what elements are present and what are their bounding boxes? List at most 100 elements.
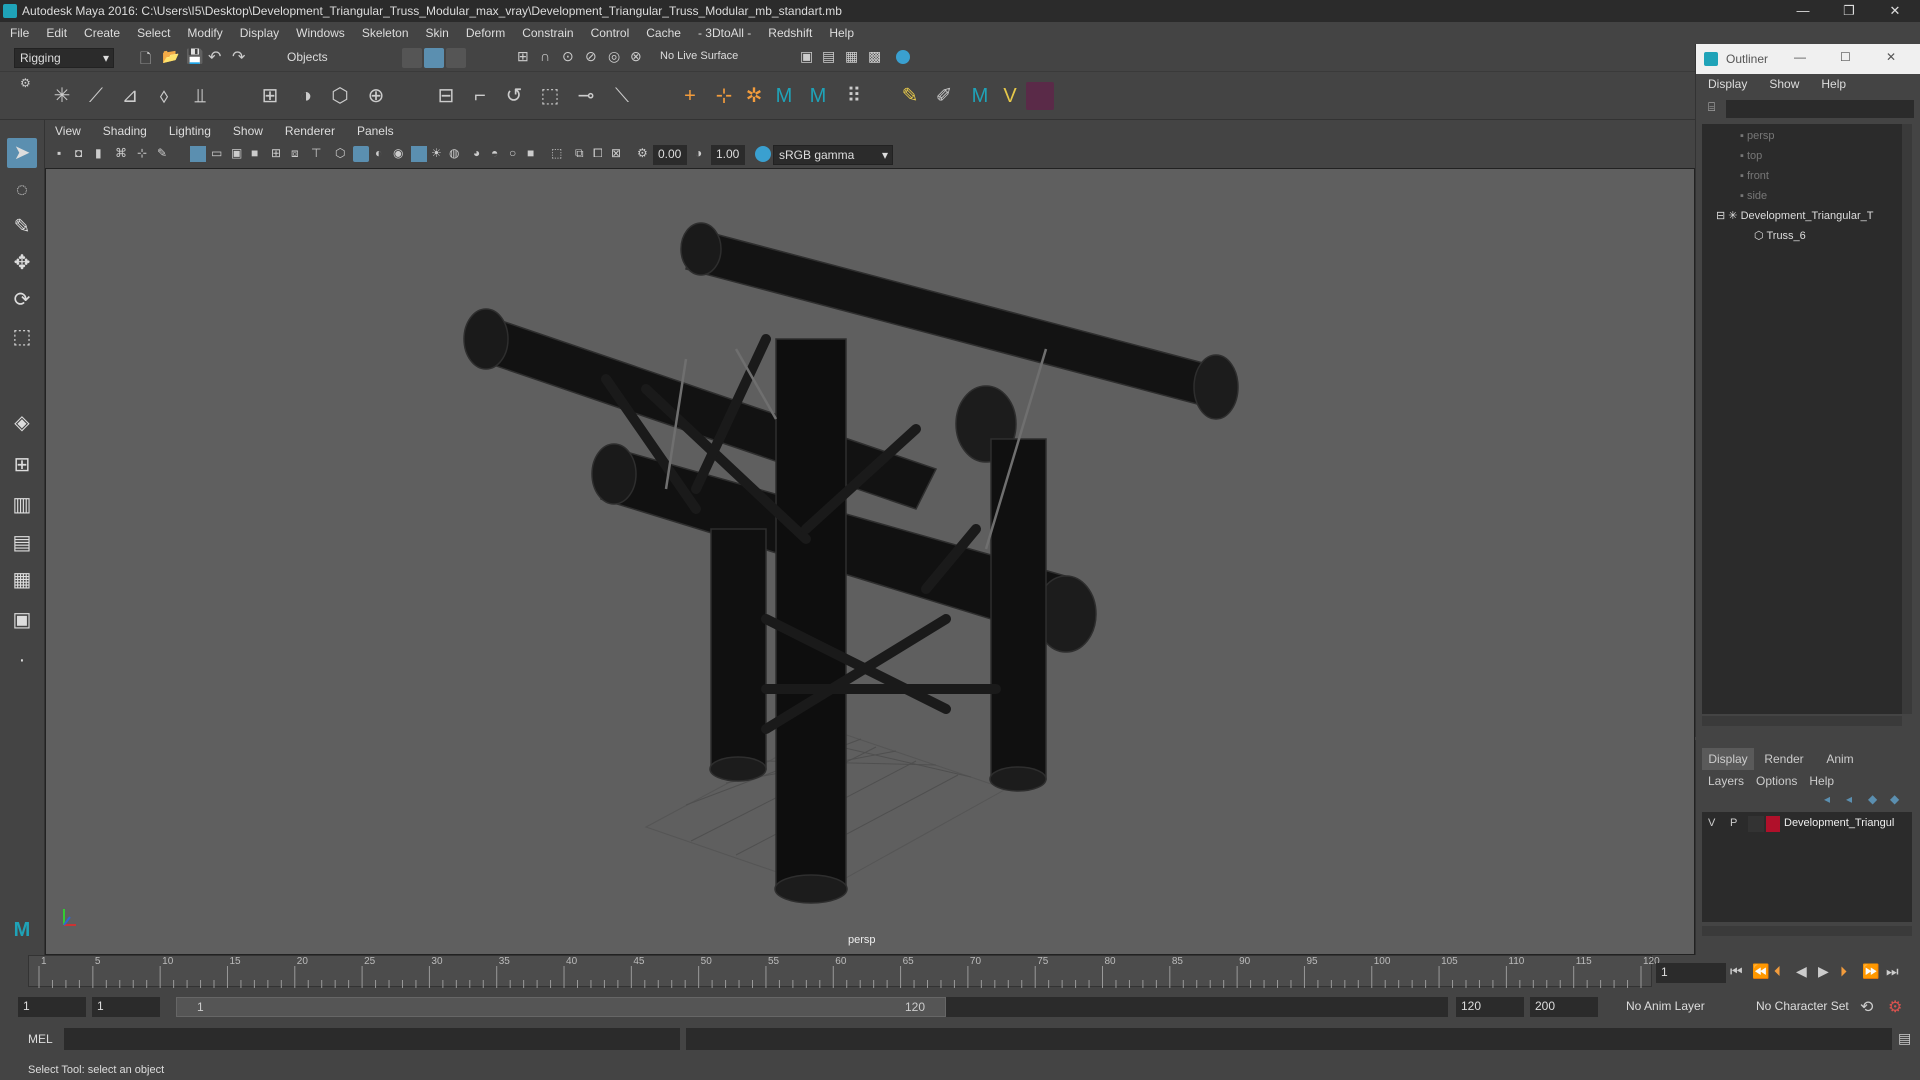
- range-bar[interactable]: 1 120: [176, 997, 1448, 1017]
- safe-action-icon[interactable]: ⧈: [291, 146, 299, 161]
- move-layer-up-icon[interactable]: ◂: [1824, 792, 1830, 806]
- shadows-icon[interactable]: ◍: [449, 146, 459, 160]
- new-scene-icon[interactable]: 🗋: [140, 48, 151, 72]
- gamma-icon[interactable]: ◑: [695, 146, 702, 160]
- menuset-dropdown[interactable]: Rigging ▾: [14, 48, 114, 68]
- cluster-handle-icon[interactable]: ⊹: [710, 82, 738, 110]
- anti-alias-icon[interactable]: ○: [509, 146, 516, 160]
- ambient-occlusion-icon[interactable]: ◕: [473, 146, 480, 160]
- camera-select-icon[interactable]: ▪: [57, 146, 61, 160]
- textures-icon[interactable]: [411, 146, 427, 162]
- snap-point-icon[interactable]: ⊙: [562, 48, 574, 65]
- effector-icon[interactable]: ✲: [740, 82, 768, 110]
- minimize-button[interactable]: —: [1780, 0, 1826, 22]
- layer-playback-toggle[interactable]: P: [1730, 817, 1737, 829]
- menu-redshift[interactable]: Redshift: [768, 26, 812, 40]
- layers-menu-layers[interactable]: Layers: [1708, 774, 1744, 788]
- outliner-item-development[interactable]: ⊟ ✳ Development_Triangular_T: [1716, 206, 1902, 226]
- live-surface-label[interactable]: No Live Surface: [660, 50, 738, 62]
- outliner-item-front[interactable]: ▪ front: [1740, 166, 1769, 186]
- motion-blur-icon[interactable]: ◓: [491, 146, 498, 160]
- locator-icon[interactable]: +: [676, 82, 704, 110]
- outliner-menu-show[interactable]: Show: [1769, 77, 1799, 91]
- paint-tool-icon[interactable]: ✐: [930, 82, 958, 110]
- vp-menu-view[interactable]: View: [55, 124, 81, 138]
- paint-select-tool-icon[interactable]: ✎: [7, 212, 37, 242]
- 3d-viewport[interactable]: persp: [45, 168, 1695, 955]
- play-backward-icon[interactable]: ◀: [1796, 963, 1807, 980]
- rotate-tool-icon[interactable]: ⟳: [7, 285, 37, 315]
- wrap-deformer-icon[interactable]: ◑: [292, 82, 320, 110]
- outliner-menu-help[interactable]: Help: [1821, 77, 1846, 91]
- two-d-pan-icon[interactable]: ⊹: [137, 146, 147, 160]
- hypershade-layout-icon[interactable]: ▣: [7, 605, 37, 635]
- menu-help[interactable]: Help: [829, 26, 854, 40]
- vp-menu-shading[interactable]: Shading: [103, 124, 147, 138]
- layer-row[interactable]: V P Development_Triangul: [1702, 814, 1912, 834]
- current-frame-field[interactable]: 1: [1656, 963, 1726, 983]
- camera-attributes-icon[interactable]: ◘: [75, 146, 82, 160]
- lattice-icon[interactable]: ⊞: [256, 82, 284, 110]
- range-handle[interactable]: 1 120: [176, 997, 946, 1017]
- film-gate-icon[interactable]: ▭: [211, 146, 222, 160]
- restore-button[interactable]: ❐: [1826, 0, 1872, 22]
- color-space-dropdown[interactable]: sRGB gamma ▾: [773, 145, 893, 165]
- shelf-tab-handle-icon[interactable]: ⚙: [20, 76, 31, 90]
- joint-tool-icon[interactable]: ✳: [48, 82, 76, 110]
- grease-pencil-icon[interactable]: ✎: [157, 146, 167, 160]
- character-set-dropdown[interactable]: No Character Set: [1756, 999, 1849, 1013]
- menu-3dtoall[interactable]: - 3DtoAll -: [698, 26, 751, 40]
- ipr-render-icon[interactable]: ▦: [845, 48, 858, 65]
- time-slider[interactable]: 1 5 10 15 20 25 30 35 40 45 50 55 60 65 70 75 80 85 90 95 10…: [0, 955, 1920, 995]
- tab-anim[interactable]: Anim: [1814, 748, 1866, 770]
- outliner-close-icon[interactable]: ✕: [1886, 50, 1896, 64]
- field-chart-icon[interactable]: ⊞: [271, 146, 281, 160]
- layers-menu-options[interactable]: Options: [1756, 774, 1797, 788]
- menu-skeleton[interactable]: Skeleton: [362, 26, 409, 40]
- single-view-layout-icon[interactable]: ◈: [7, 408, 37, 438]
- save-scene-icon[interactable]: 💾: [186, 48, 203, 65]
- command-input[interactable]: [64, 1028, 680, 1050]
- safe-title-icon[interactable]: ⊤: [311, 146, 321, 160]
- menu-display[interactable]: Display: [240, 26, 279, 40]
- four-view-layout-icon[interactable]: ⊞: [7, 450, 37, 480]
- step-forward-key-icon[interactable]: ⏩: [1862, 963, 1879, 980]
- chart-tool-icon[interactable]: [1026, 82, 1054, 110]
- open-scene-icon[interactable]: 📂: [162, 48, 179, 65]
- outliner-filter-icon[interactable]: ⌸: [1708, 100, 1715, 115]
- new-layer-selected-icon[interactable]: ◆: [1890, 792, 1899, 806]
- lasso-tool-icon[interactable]: ◌: [7, 175, 37, 205]
- step-forward-frame-icon[interactable]: ⏵: [1840, 963, 1847, 980]
- move-layer-down-icon[interactable]: ◂: [1846, 792, 1852, 806]
- outliner-scrollbar[interactable]: [1902, 124, 1912, 714]
- wireframe-icon[interactable]: ⬡: [335, 146, 345, 160]
- xray-active-icon[interactable]: ⧠: [593, 146, 603, 161]
- hypershade-icon[interactable]: [896, 50, 910, 64]
- exposure-icon[interactable]: ⚙: [637, 146, 648, 160]
- lights-icon[interactable]: ☀: [431, 146, 442, 160]
- outliner-item-side[interactable]: ▪ side: [1740, 186, 1767, 206]
- bookmark-icon[interactable]: ▮: [95, 146, 102, 160]
- new-layer-icon[interactable]: ◆: [1868, 792, 1877, 806]
- orient-constraint-icon[interactable]: ↺: [500, 82, 528, 110]
- parent-constraint-icon[interactable]: ⊟: [432, 82, 460, 110]
- paint-weights-icon[interactable]: ⫫: [186, 82, 214, 110]
- brush-tool-icon[interactable]: ✎: [896, 82, 924, 110]
- pole-vector-icon[interactable]: ⟍: [608, 82, 636, 110]
- menu-file[interactable]: File: [10, 26, 29, 40]
- extra-tool-icon[interactable]: ⠿: [840, 82, 868, 110]
- go-to-end-icon[interactable]: ⏭: [1886, 963, 1899, 980]
- step-back-frame-icon[interactable]: ⏴: [1774, 963, 1781, 980]
- go-to-start-icon[interactable]: ⏮: [1730, 963, 1743, 980]
- close-button[interactable]: ✕: [1872, 0, 1918, 22]
- script-editor-icon[interactable]: ▤: [1898, 1030, 1911, 1047]
- menu-modify[interactable]: Modify: [187, 26, 222, 40]
- layer-hscrollbar[interactable]: [1702, 926, 1912, 936]
- xray-joints-icon[interactable]: ⧉: [575, 146, 584, 161]
- step-back-key-icon[interactable]: ⏪: [1752, 963, 1769, 980]
- vp-menu-panels[interactable]: Panels: [357, 124, 394, 138]
- cluster-icon[interactable]: ⬡: [326, 82, 354, 110]
- v-tool-icon[interactable]: V: [996, 82, 1024, 110]
- menu-windows[interactable]: Windows: [296, 26, 345, 40]
- maya-script-a-icon[interactable]: M: [770, 82, 798, 110]
